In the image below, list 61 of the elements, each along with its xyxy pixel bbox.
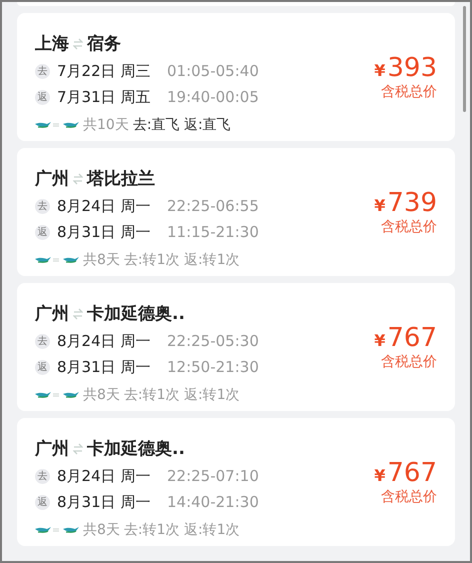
origin-city: 广州 (35, 303, 69, 325)
flight-time: 22:25-06:55 (167, 197, 259, 215)
stops-info: 去:直飞 返:直飞 (132, 116, 231, 134)
destination-city: 卡加延德奥.. (87, 303, 185, 325)
swap-arrows-icon (73, 308, 83, 320)
leg-badge: 返 (35, 360, 50, 374)
airline-logos-icon (35, 390, 79, 400)
origin-city: 上海 (35, 33, 69, 55)
airline-logos-icon (35, 120, 79, 130)
price-note: 含税总价 (381, 218, 437, 236)
price: ¥393 (374, 53, 437, 83)
flight-card[interactable]: 上海 宿务 去 7月22日 周三 01:05-05:40 返 7月31日 周五 19:40-00:05 共10天 去:直飞 返:直飞 ¥393 含税总价 (17, 13, 455, 141)
flight-card[interactable]: 广州 卡加延德奥.. 去 8月24日 周一 22:25-05:30 返 8月31日 周一 12:50-21:30 共8天 去:转1次 返:转1次 ¥767 含税总价 (17, 283, 455, 411)
price: ¥739 (374, 188, 437, 218)
flight-time: 22:25-07:10 (167, 467, 259, 485)
airline-logos-icon (35, 524, 79, 534)
flight-date: 8月24日 周一 (57, 466, 152, 486)
swap-arrows-icon (73, 172, 83, 184)
leg-badge: 去 (35, 64, 50, 78)
flight-time: 22:25-05:30 (167, 332, 259, 350)
flight-time: 19:40-00:05 (167, 88, 259, 106)
flight-time: 14:40-21:30 (167, 493, 259, 511)
flight-card[interactable]: 广州 卡加延德奥.. 去 8月24日 周一 22:25-07:10 返 8月31日 周一 14:40-21:30 共8天 去:转1次 返:转1次 ¥767 含税总价 (17, 418, 455, 546)
leg-badge: 返 (35, 90, 50, 104)
airline-logos-icon (35, 254, 79, 264)
swap-arrows-icon (73, 38, 83, 50)
flight-date: 8月31日 周一 (57, 492, 152, 512)
swap-arrows-icon (73, 442, 83, 454)
price-note: 含税总价 (381, 488, 437, 506)
flight-date: 8月24日 周一 (57, 332, 152, 350)
leg-badge: 返 (35, 224, 50, 240)
trip-duration: 共8天 (83, 520, 120, 538)
destination-city: 塔比拉兰 (87, 168, 155, 190)
stops-info: 去:转1次 返:转1次 (124, 520, 240, 538)
origin-city: 广州 (35, 438, 69, 460)
flight-date: 7月31日 周五 (57, 88, 152, 106)
price-note: 含税总价 (381, 83, 437, 101)
flight-card[interactable]: 广州 塔比拉兰 去 8月24日 周一 22:25-06:55 返 8月31日 周一 11:15-21:30 共8天 去:转1次 返:转1次 ¥739 含税总价 (17, 148, 455, 276)
stops-info: 去:转1次 返:转1次 (124, 386, 240, 404)
trip-duration: 共10天 (83, 116, 129, 134)
flight-time: 12:50-21:30 (167, 358, 259, 376)
trip-duration: 共8天 (83, 386, 120, 404)
flight-date: 8月31日 周一 (57, 358, 152, 376)
price: ¥767 (374, 323, 437, 353)
price: ¥767 (374, 458, 437, 488)
leg-badge: 返 (35, 494, 50, 510)
destination-city: 卡加延德奥.. (87, 438, 185, 460)
flight-time: 01:05-05:40 (167, 62, 259, 80)
leg-badge: 去 (35, 334, 50, 348)
flight-date: 8月24日 周一 (57, 196, 152, 216)
destination-city: 宿务 (87, 33, 121, 55)
origin-city: 广州 (35, 168, 69, 190)
leg-badge: 去 (35, 468, 50, 484)
stops-info: 去:转1次 返:转1次 (124, 250, 240, 268)
flight-date: 7月22日 周三 (57, 62, 152, 80)
leg-badge: 去 (35, 198, 50, 214)
trip-duration: 共8天 (83, 250, 120, 268)
scrollbar[interactable] (463, 6, 466, 112)
flight-date: 8月31日 周一 (57, 222, 152, 242)
flight-time: 11:15-21:30 (167, 223, 259, 241)
price-note: 含税总价 (381, 353, 437, 371)
